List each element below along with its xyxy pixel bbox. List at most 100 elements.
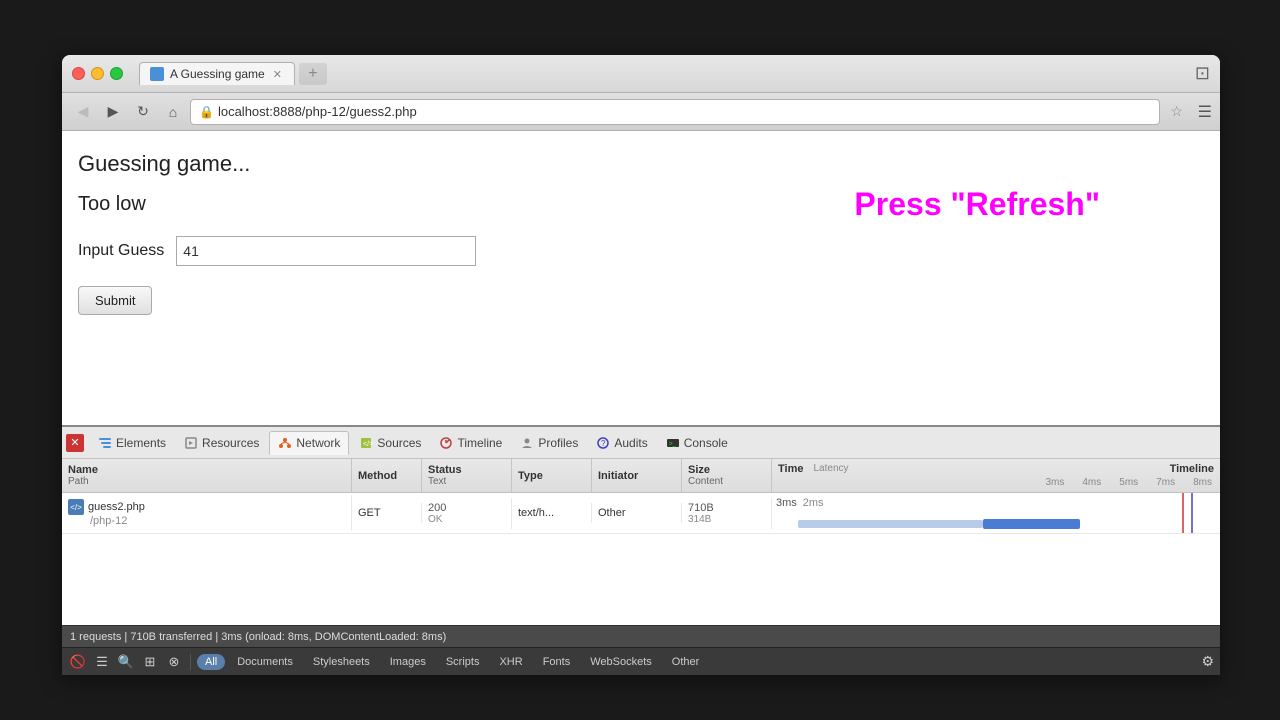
- filter-search-button[interactable]: 🔍: [116, 652, 136, 672]
- cell-initiator: Other: [592, 503, 682, 523]
- window-expand-button[interactable]: ⊡: [1195, 63, 1210, 84]
- filter-preserve-button[interactable]: ⊞: [140, 652, 160, 672]
- status-bar-text: 1 requests | 710B transferred | 3ms (onl…: [70, 631, 1212, 643]
- col-size[interactable]: Size Content: [682, 459, 772, 492]
- tab-sources[interactable]: </> Sources: [351, 432, 429, 454]
- tab-network[interactable]: Network: [269, 431, 349, 455]
- resources-icon: [184, 436, 198, 450]
- audits-icon: ?: [596, 436, 610, 450]
- input-form: Input Guess: [78, 236, 1204, 266]
- filter-disable-cache-button[interactable]: ⊗: [164, 652, 184, 672]
- filter-clear-button[interactable]: 🚫: [68, 652, 88, 672]
- forward-button[interactable]: ▶: [100, 99, 126, 125]
- address-bar[interactable]: 🔒 localhost:8888/php-12/guess2.php: [190, 99, 1160, 125]
- submit-button[interactable]: Submit: [78, 286, 152, 315]
- type-text: text/h...: [518, 507, 554, 519]
- devtools-tab-bar: ✕ Elements Resources: [62, 427, 1220, 459]
- network-empty-area: [62, 534, 1220, 625]
- network-panel: Name Path Method Status Text Type Initia…: [62, 459, 1220, 625]
- svg-text:>_: >_: [669, 441, 677, 447]
- url-text: localhost:8888/php-12/guess2.php: [218, 104, 1151, 119]
- tab-console-label: Console: [684, 436, 728, 450]
- cell-method: GET: [352, 503, 422, 523]
- tab-resources[interactable]: Resources: [176, 432, 267, 454]
- method-text: GET: [358, 507, 381, 519]
- page-content: Guessing game... Too low Input Guess Sub…: [62, 131, 1220, 425]
- cell-timeline: 3ms 2ms: [772, 493, 1220, 533]
- new-tab-icon: +: [308, 65, 317, 83]
- new-tab-button[interactable]: +: [299, 63, 327, 85]
- menu-button[interactable]: ☰: [1198, 102, 1212, 122]
- address-bar-icon: 🔒: [199, 105, 214, 119]
- filter-scripts-button[interactable]: Scripts: [438, 654, 488, 670]
- col-initiator[interactable]: Initiator: [592, 459, 682, 492]
- tab-console[interactable]: >_ Console: [658, 432, 736, 454]
- col-status[interactable]: Status Text: [422, 459, 512, 492]
- title-bar: A Guessing game ✕ + ⊡: [62, 55, 1220, 93]
- minimize-button[interactable]: [91, 67, 104, 80]
- nav-bar: ◀ ▶ ↻ ⌂ 🔒 localhost:8888/php-12/guess2.p…: [62, 93, 1220, 131]
- sources-icon: </>: [359, 436, 373, 450]
- col-name[interactable]: Name Path: [62, 459, 352, 492]
- tab-profiles-label: Profiles: [538, 436, 578, 450]
- tab-elements[interactable]: Elements: [90, 432, 174, 454]
- filter-separator: [190, 654, 191, 670]
- settings-gear-button[interactable]: ⚙: [1201, 653, 1214, 670]
- status-text: OK: [428, 514, 505, 525]
- tab-timeline-label: Timeline: [457, 436, 502, 450]
- tab-elements-label: Elements: [116, 436, 166, 450]
- filter-xhr-button[interactable]: XHR: [491, 654, 530, 670]
- close-button[interactable]: [72, 67, 85, 80]
- guess-input[interactable]: [176, 236, 476, 266]
- initiator-text: Other: [598, 507, 626, 519]
- file-path-text: /php-12: [68, 515, 127, 527]
- filter-fonts-button[interactable]: Fonts: [535, 654, 579, 670]
- page-title: Guessing game...: [78, 151, 1204, 177]
- file-name-text: guess2.php: [88, 501, 145, 513]
- tab-network-label: Network: [296, 436, 340, 450]
- latency-value: 2ms: [803, 497, 824, 509]
- file-type-icon: </>: [68, 499, 84, 515]
- table-row[interactable]: </> guess2.php /php-12 GET 200 OK text/h…: [62, 493, 1220, 534]
- tab-resources-label: Resources: [202, 436, 259, 450]
- filter-images-button[interactable]: Images: [382, 654, 434, 670]
- timeline-waiting-bar: [798, 520, 983, 528]
- maximize-button[interactable]: [110, 67, 123, 80]
- timeline-red-line: [1182, 493, 1184, 533]
- reload-button[interactable]: ↻: [130, 99, 156, 125]
- press-refresh-text: Press "Refresh": [854, 186, 1100, 223]
- timeline-receiving-bar: [983, 519, 1080, 529]
- active-tab[interactable]: A Guessing game ✕: [139, 62, 295, 85]
- tab-profiles[interactable]: Profiles: [512, 432, 586, 454]
- filter-websockets-button[interactable]: WebSockets: [582, 654, 660, 670]
- tab-bar: A Guessing game ✕ +: [139, 62, 1187, 85]
- devtools-close-button[interactable]: ✕: [66, 434, 84, 452]
- tab-favicon-icon: [150, 67, 164, 81]
- filter-other-button[interactable]: Other: [664, 654, 708, 670]
- filter-stylesheets-button[interactable]: Stylesheets: [305, 654, 378, 670]
- tab-sources-label: Sources: [377, 436, 421, 450]
- tab-timeline[interactable]: Timeline: [431, 432, 510, 454]
- bookmark-button[interactable]: ☆: [1164, 99, 1190, 125]
- traffic-lights: [72, 67, 123, 80]
- back-button[interactable]: ◀: [70, 99, 96, 125]
- devtools-panel: ✕ Elements Resources: [62, 425, 1220, 675]
- network-icon: [278, 436, 292, 450]
- col-method[interactable]: Method: [352, 459, 422, 492]
- size-text: 710B: [688, 502, 765, 514]
- status-code: 200: [428, 502, 505, 514]
- input-label: Input Guess: [78, 242, 164, 260]
- filter-list-button[interactable]: ☰: [92, 652, 112, 672]
- cell-size: 710B 314B: [682, 498, 772, 529]
- svg-text:</>: </>: [363, 441, 373, 448]
- filter-all-button[interactable]: All: [197, 654, 225, 670]
- tab-audits[interactable]: ? Audits: [588, 432, 655, 454]
- filter-documents-button[interactable]: Documents: [229, 654, 301, 670]
- home-button[interactable]: ⌂: [160, 99, 186, 125]
- col-timeline[interactable]: Time Latency Timeline 3ms 4ms 5ms 7ms 8m…: [772, 459, 1220, 492]
- timeline-icon: [439, 436, 453, 450]
- cell-name: </> guess2.php /php-12: [62, 495, 352, 531]
- tab-title: A Guessing game: [170, 67, 265, 81]
- col-type[interactable]: Type: [512, 459, 592, 492]
- tab-close-icon[interactable]: ✕: [271, 68, 284, 81]
